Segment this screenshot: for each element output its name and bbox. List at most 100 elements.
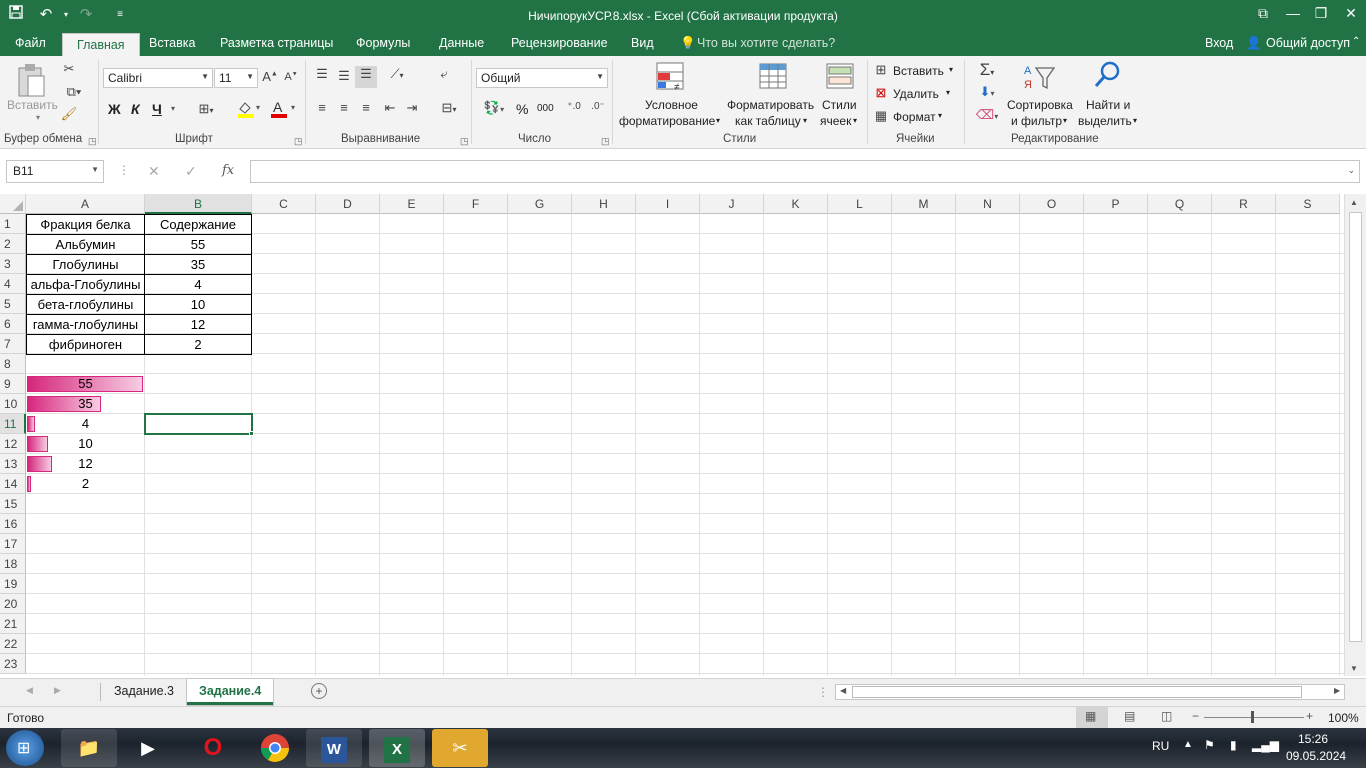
clear-icon[interactable]: ⌫▾ (972, 107, 1002, 123)
alignment-launcher-icon[interactable]: ◳ (460, 136, 469, 147)
cell-styles-label1[interactable]: Стили (822, 98, 857, 112)
tab-insert[interactable]: Вставка (149, 36, 195, 50)
number-format-select[interactable]: Общий ▼ (476, 68, 608, 88)
row-header[interactable]: 4 (0, 274, 26, 294)
row-header[interactable]: 2 (0, 234, 26, 254)
clock-date[interactable]: 09.05.2024 (1286, 749, 1346, 763)
align-middle-icon[interactable]: ☰ (334, 68, 354, 84)
spreadsheet-grid[interactable]: ABCDEFGHIJKLMNOPQRS 1 2 3 4 5 6 7 8 9 10 11 12 13 14 1… (0, 194, 1344, 676)
sheet-tab-active[interactable]: Задание.4 (187, 679, 274, 705)
cell-styles-label2[interactable]: ячеек (820, 114, 851, 128)
protein-fraction-cell[interactable]: гамма-глобулины (26, 314, 145, 335)
formula-input[interactable]: ⌄ (250, 160, 1360, 183)
zoom-slider[interactable] (1204, 717, 1304, 718)
scroll-left-icon[interactable]: ◀ (840, 686, 846, 695)
decrease-font-icon[interactable]: A▼ (284, 71, 298, 83)
sheet-prev-icon[interactable]: ◀ (26, 685, 33, 696)
tab-page-layout[interactable]: Разметка страницы (220, 36, 333, 50)
close-button[interactable]: ✕ (1336, 0, 1366, 28)
row-header[interactable]: 6 (0, 314, 26, 334)
format-cells-icon[interactable]: ▦ (873, 108, 889, 124)
media-player-taskbar-icon[interactable]: ▶ (120, 729, 176, 767)
content-value-cell[interactable]: 10 (144, 294, 252, 315)
data-bar-cell[interactable]: 10 (26, 434, 145, 454)
font-launcher-icon[interactable]: ◳ (294, 136, 303, 147)
hscroll-thumb[interactable] (852, 686, 1302, 698)
sheet-tab[interactable]: Задание.3 (102, 679, 186, 705)
word-taskbar-icon[interactable]: W (306, 729, 362, 767)
column-header[interactable]: H (572, 194, 636, 214)
autosum-icon[interactable]: Σ▾ (972, 60, 1002, 80)
paste-label[interactable]: Вставить (7, 98, 58, 112)
format-cells-button[interactable]: Формат (893, 110, 936, 124)
cancel-icon[interactable]: ✕ (148, 163, 160, 180)
underline-dropdown-icon[interactable]: ▾ (171, 104, 175, 113)
protein-fraction-cell[interactable]: бета-глобулины (26, 294, 145, 315)
scroll-right-icon[interactable]: ▶ (1334, 686, 1340, 695)
sort-filter-label1[interactable]: Сортировка (1007, 98, 1073, 112)
page-layout-view-icon[interactable]: ▤ (1124, 709, 1135, 723)
clipboard-launcher-icon[interactable]: ◳ (88, 136, 97, 147)
column-header[interactable]: N (956, 194, 1020, 214)
thousands-button[interactable]: 000 (537, 103, 554, 114)
column-header[interactable]: G (508, 194, 572, 214)
network-icon[interactable]: ▂▄▆ (1252, 738, 1279, 752)
tell-me-search[interactable]: Что вы хотите сделать? (697, 36, 835, 50)
insert-function-icon[interactable]: fx (222, 163, 234, 178)
excel-taskbar-icon[interactable]: X (369, 729, 425, 767)
italic-button[interactable]: К (131, 101, 140, 117)
row-header[interactable]: 5 (0, 294, 26, 314)
column-header[interactable]: J (700, 194, 764, 214)
fill-handle[interactable] (249, 431, 254, 436)
row-header[interactable]: 10 (0, 394, 26, 414)
fill-icon[interactable]: ⬇▾ (972, 84, 1002, 100)
enter-icon[interactable]: ✓ (185, 163, 197, 180)
increase-font-icon[interactable]: A▲ (262, 69, 278, 84)
scrollbar-thumb[interactable] (1349, 212, 1362, 642)
format-as-table-icon[interactable] (758, 62, 790, 95)
zoom-level[interactable]: 100% (1328, 711, 1359, 725)
find-select-icon[interactable] (1092, 60, 1124, 93)
data-bar-cell[interactable]: 12 (26, 454, 145, 474)
number-launcher-icon[interactable]: ◳ (601, 136, 610, 147)
percent-button[interactable]: % (516, 101, 528, 117)
table-header-cell[interactable]: Фракция белка (26, 214, 145, 235)
align-top-icon[interactable]: ☰ (312, 66, 332, 82)
row-header[interactable]: 19 (0, 574, 26, 594)
tab-home[interactable]: Главная (62, 33, 140, 57)
data-bar-cell[interactable]: 35 (26, 394, 145, 414)
decrease-indent-icon[interactable]: ⇤ (380, 100, 400, 116)
data-bar-cell[interactable]: 55 (26, 374, 145, 394)
share-button[interactable]: Общий доступ (1266, 36, 1350, 50)
row-header[interactable]: 13 (0, 454, 26, 474)
column-header[interactable]: P (1084, 194, 1148, 214)
insert-cells-button[interactable]: Вставить (893, 64, 944, 78)
column-header[interactable]: F (444, 194, 508, 214)
row-header[interactable]: 17 (0, 534, 26, 554)
merge-center-icon[interactable]: ⊟▾ (434, 100, 464, 116)
column-header[interactable]: A (26, 194, 145, 214)
data-bar-cell[interactable]: 2 (26, 474, 145, 494)
bold-button[interactable]: Ж (108, 101, 121, 117)
column-header[interactable]: Q (1148, 194, 1212, 214)
underline-button[interactable]: Ч (152, 101, 162, 117)
row-header[interactable]: 18 (0, 554, 26, 574)
vertical-scrollbar[interactable]: ▲ ▼ (1344, 194, 1366, 676)
ribbon-display-icon[interactable]: ⧉ (1248, 0, 1278, 28)
conditional-formatting-icon[interactable]: ≠ (655, 62, 687, 95)
delete-cells-icon[interactable]: ⊠ (873, 85, 889, 101)
column-header[interactable]: S (1276, 194, 1340, 214)
normal-view-icon[interactable]: ▦ (1076, 707, 1108, 728)
start-button[interactable]: ⊞ (6, 730, 44, 766)
opera-taskbar-icon[interactable]: O (185, 729, 241, 767)
snipping-tool-taskbar-icon[interactable]: ✂ (432, 729, 488, 767)
fill-color-icon[interactable]: ▾ (236, 100, 264, 121)
protein-fraction-cell[interactable]: Альбумин (26, 234, 145, 255)
row-header[interactable]: 3 (0, 254, 26, 274)
copy-icon[interactable]: ⧉▾ (60, 84, 88, 100)
sort-filter-label2[interactable]: и фильтр (1011, 114, 1062, 128)
align-left-icon[interactable]: ≡ (312, 100, 332, 115)
cell-styles-icon[interactable] (825, 62, 857, 95)
horizontal-scrollbar[interactable]: ◀ ▶ (835, 684, 1345, 700)
content-value-cell[interactable]: 4 (144, 274, 252, 295)
